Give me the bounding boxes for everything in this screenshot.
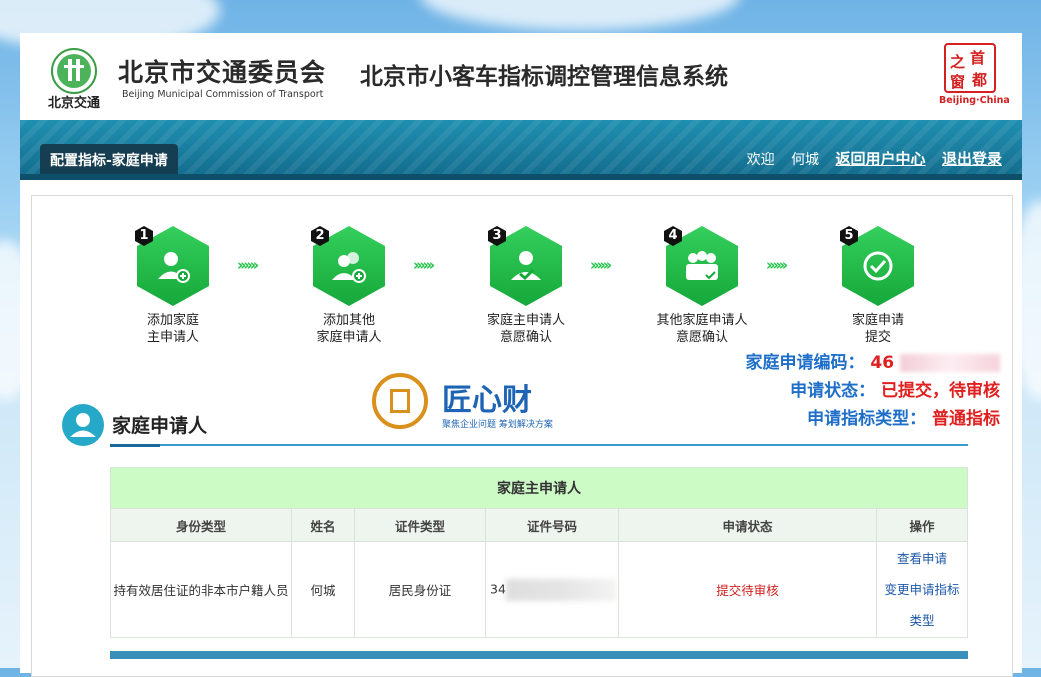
step-arrow: ›››››› <box>590 256 612 274</box>
system-title: 北京市小客车指标调控管理信息系统 <box>360 64 728 90</box>
cell-actions: 查看申请 变更申请指标 类型 <box>876 541 968 638</box>
type-value: 普通指标 <box>932 409 1000 429</box>
application-type: 申请指标类型： 普通指标 <box>807 404 1000 429</box>
col-id-type: 证件类型 <box>354 508 486 542</box>
watermark-title: 匠心财 <box>442 383 532 418</box>
col-id-number: 证件号码 <box>485 508 619 542</box>
step-label: 家庭申请 提交 <box>851 313 904 345</box>
page-container: 北京交通 北京市交通委员会 Beijing Municipal Commissi… <box>20 33 1022 677</box>
redacted-code <box>900 354 1000 372</box>
main-content: 1 添加家庭 主申请人 ›››››› 2 添加其他 家庭申请人 ›››››› 3… <box>31 195 1013 677</box>
add-user-icon <box>158 252 190 283</box>
change-type-link[interactable]: 变更申请指标 类型 <box>878 574 966 636</box>
return-user-center-link[interactable]: 返回用户中心 <box>836 150 926 168</box>
user-check-icon <box>511 251 541 281</box>
step-label: 添加其他 家庭申请人 <box>316 313 382 345</box>
seal-char: 首 <box>970 49 986 67</box>
change-type-link-line1[interactable]: 变更申请指标 <box>884 582 959 597</box>
add-users-icon <box>332 252 366 283</box>
col-actions: 操作 <box>876 508 968 542</box>
step-label: 家庭主申请人 意愿确认 <box>486 313 565 345</box>
status-label: 申请状态： <box>790 381 876 401</box>
applicant-table: 家庭主申请人 身份类型 姓名 证件类型 证件号码 申请状态 操作 持有效居住证的… <box>110 467 968 638</box>
site-header: 北京交通 北京市交通委员会 Beijing Municipal Commissi… <box>20 33 1022 120</box>
section-divider-accent <box>110 444 160 447</box>
step-arrow: ›››››› <box>766 256 788 274</box>
col-status: 申请状态 <box>618 508 877 542</box>
code-label: 家庭申请编码： <box>745 353 865 373</box>
watermark-ring-icon <box>372 373 428 429</box>
section-divider <box>110 444 968 446</box>
username: 何城 <box>791 152 820 168</box>
nav-bottom-bar <box>20 174 1022 180</box>
sky-cloud <box>420 0 740 30</box>
cell-id-type: 居民身份证 <box>354 541 486 638</box>
seal-char: 都 <box>972 71 988 89</box>
seal-char: 之 <box>950 53 966 71</box>
cell-name: 何城 <box>291 541 355 638</box>
col-identity-type: 身份类型 <box>110 508 292 542</box>
org-name-cn: 北京市交通委员会 <box>118 58 327 87</box>
seal-caption: Beijing·China <box>939 95 1010 106</box>
capital-window-seal: 首 之 都 窗 <box>944 43 996 93</box>
beijing-transport-logo: 北京交通 <box>38 43 110 113</box>
change-type-link-line2[interactable]: 类型 <box>909 613 934 628</box>
col-name: 姓名 <box>291 508 355 542</box>
step-arrow: ›››››› <box>413 256 435 274</box>
watermark-subtitle: 聚焦企业问题 筹划解决方案 <box>442 420 553 430</box>
step-label: 其他家庭申请人 意愿确认 <box>656 313 748 345</box>
type-label: 申请指标类型： <box>807 409 927 429</box>
step-arrow: ›››››› <box>237 256 259 274</box>
welcome-text: 欢迎 <box>746 152 775 168</box>
nav-bar: 配置指标-家庭申请 欢迎 何城 返回用户中心 退出登录 <box>20 120 1022 180</box>
svg-text:北京交通: 北京交通 <box>48 95 100 111</box>
id-prefix: 34 <box>490 581 506 596</box>
table-caption: 家庭主申请人 <box>110 467 968 509</box>
user-icon <box>62 404 104 446</box>
table-header-row: 身份类型 姓名 证件类型 证件号码 申请状态 操作 <box>110 508 968 542</box>
redacted-id <box>505 578 616 601</box>
check-circle-icon <box>863 251 893 281</box>
cell-status: 提交待审核 <box>618 541 877 638</box>
view-application-link[interactable]: 查看申请 <box>878 543 966 574</box>
application-status: 申请状态： 已提交，待审核 <box>790 376 1000 401</box>
user-menu: 欢迎 何城 返回用户中心 退出登录 <box>735 148 1002 169</box>
step-label: 添加家庭 主申请人 <box>146 313 199 345</box>
application-code: 家庭申请编码： 46 <box>745 348 1000 373</box>
cell-id-number: 34 <box>485 541 619 638</box>
status-value: 已提交，待审核 <box>881 381 1000 401</box>
watermark-logo: 匠心财 聚焦企业问题 筹划解决方案 <box>370 369 570 439</box>
logout-link[interactable]: 退出登录 <box>942 150 1002 168</box>
section-title: 家庭申请人 <box>112 415 208 437</box>
group-check-icon <box>686 251 718 280</box>
cell-identity-type: 持有效居住证的非本市户籍人员 <box>110 541 292 638</box>
table-row: 持有效居住证的非本市户籍人员 何城 居民身份证 34 提交待审核 查看申请 变更… <box>110 541 968 638</box>
code-value: 46 <box>870 353 895 373</box>
org-name-en: Beijing Municipal Commission of Transpor… <box>122 89 324 100</box>
section-bottom-bar <box>110 651 968 659</box>
seal-char: 窗 <box>950 73 966 91</box>
